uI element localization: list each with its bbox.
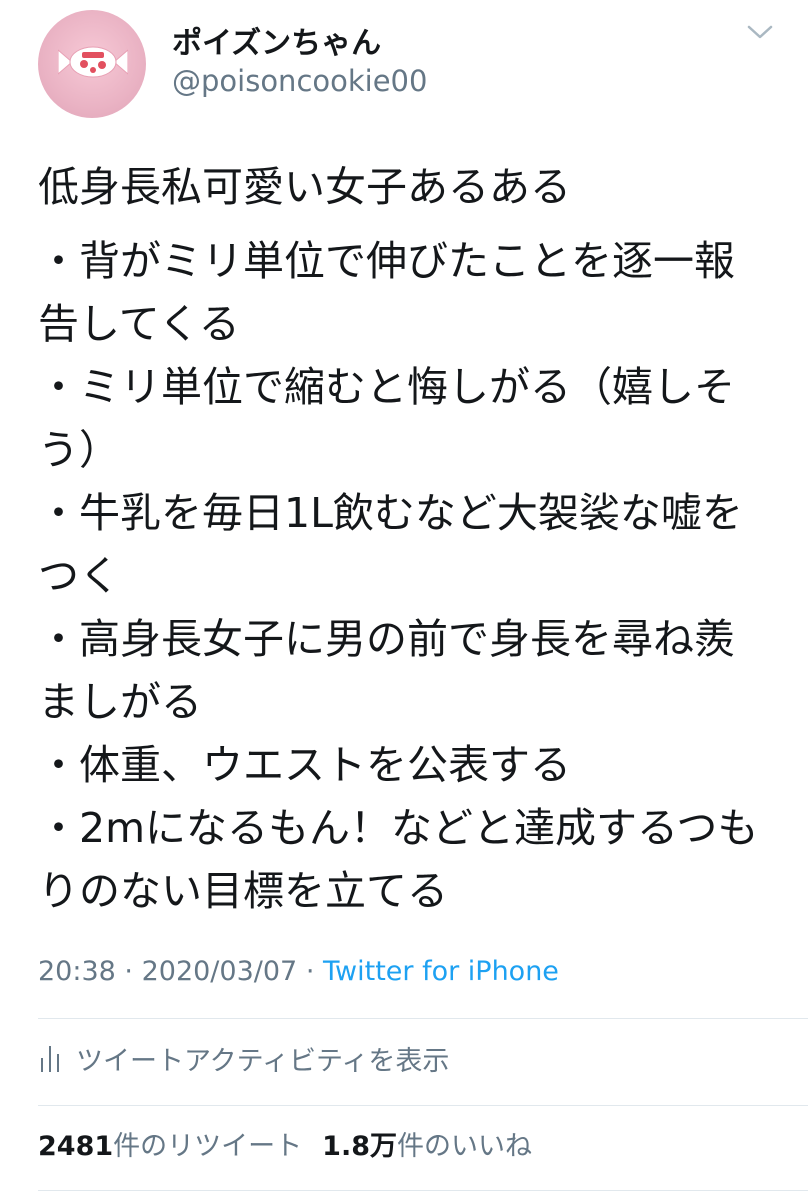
- tweet-time[interactable]: 20:38: [38, 956, 116, 987]
- tweet-stats: 2481件のリツイート 1.8万件のいいね: [38, 1124, 532, 1163]
- tweet-line: ・2mになるもん！などと達成するつも: [38, 804, 759, 852]
- retweets-label: 件のリツイート: [113, 1131, 303, 1162]
- activity-label: ツイートアクティビティを表示: [76, 1045, 450, 1077]
- tweet-detail: ポイズンちゃん @poisoncookie00 低身長私可愛い女子あるある ・背…: [0, 0, 808, 1199]
- retweets-stat[interactable]: 2481件のリツイート: [38, 1124, 302, 1163]
- tweet-meta: 20:38 · 2020/03/07 · Twitter for iPhone: [38, 956, 559, 987]
- retweets-count: 2481: [38, 1131, 114, 1162]
- tweet-line: ・背がミリ単位で伸びたことを逐一報: [38, 237, 735, 285]
- likes-label: 件のいいね: [397, 1131, 532, 1162]
- likes-stat[interactable]: 1.8万件のいいね: [322, 1124, 532, 1163]
- user-handle[interactable]: @poisoncookie00: [172, 64, 427, 98]
- tweet-text: 低身長私可愛い女子あるある ・背がミリ単位で伸びたことを逐一報 告してくる ・ミ…: [38, 156, 768, 923]
- display-name[interactable]: ポイズンちゃん: [172, 18, 381, 62]
- chevron-down-icon[interactable]: [746, 22, 774, 42]
- meta-separator: ·: [305, 956, 315, 987]
- tweet-activity-button[interactable]: ツイートアクティビティを表示: [38, 1036, 449, 1080]
- tweet-line: ・ミリ単位で縮むと悔しがる（嬉しそ: [38, 363, 735, 411]
- tweet-line: 告してくる: [38, 300, 240, 348]
- avatar[interactable]: [38, 10, 146, 118]
- tweet-line: ・体重、ウエストを公表する: [38, 741, 571, 789]
- tweet-date[interactable]: 2020/03/07: [142, 956, 298, 987]
- tweet-source-link[interactable]: Twitter for iPhone: [323, 956, 559, 987]
- tweet-title-line: 低身長私可愛い女子あるある: [38, 163, 571, 211]
- candy-icon: [58, 46, 128, 78]
- likes-count: 1.8万: [322, 1131, 397, 1162]
- tweet-line: つく: [38, 552, 120, 600]
- bar-chart-icon: [41, 1046, 59, 1072]
- tweet-line: ・牛乳を毎日1L飲むなど大袈裟な嘘を: [38, 489, 743, 537]
- divider: [38, 1018, 808, 1019]
- tweet-line: ましがる: [38, 678, 202, 726]
- tweet-line: ・高身長女子に男の前で身長を尋ね羨: [38, 615, 735, 663]
- meta-separator: ·: [124, 956, 133, 987]
- divider: [38, 1105, 808, 1106]
- divider: [38, 1190, 808, 1191]
- tweet-line: う）: [38, 426, 120, 474]
- tweet-line: りのない目標を立てる: [38, 867, 448, 915]
